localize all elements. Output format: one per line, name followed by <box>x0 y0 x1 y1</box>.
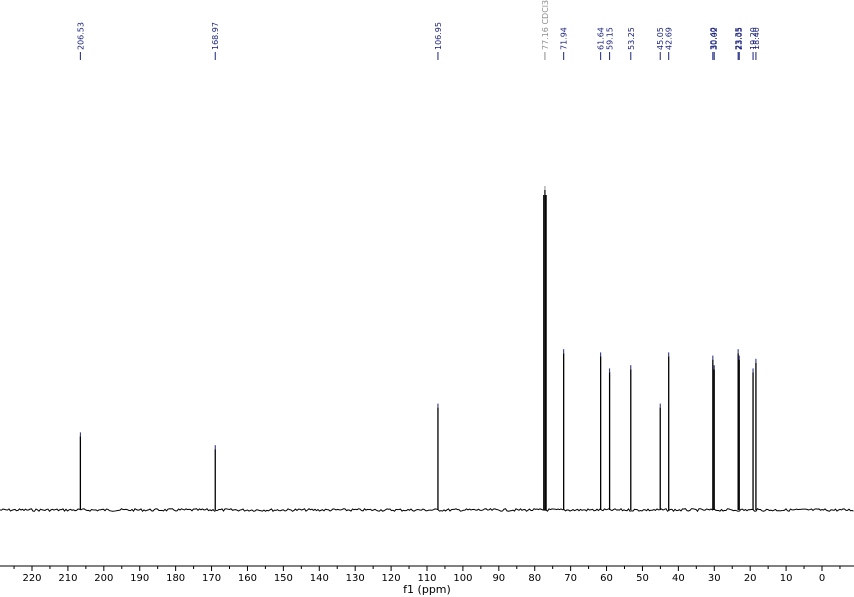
x-tick-label: 90 <box>492 573 505 584</box>
x-tick-label: 140 <box>310 573 329 584</box>
peak-label: 23.05 <box>735 27 744 50</box>
x-tick-label: 10 <box>780 573 793 584</box>
x-tick-label: 170 <box>202 573 221 584</box>
peak-label: 53.25 <box>627 27 636 50</box>
x-tick-label: 130 <box>346 573 365 584</box>
plot-background <box>0 0 854 597</box>
x-tick-label: 160 <box>238 573 257 584</box>
peak-label: 30.02 <box>710 27 719 50</box>
x-tick-label: 60 <box>600 573 613 584</box>
peak-label: 61.64 <box>597 27 606 50</box>
peak-label: 71.94 <box>560 27 569 50</box>
peak-label: 206.53 <box>76 22 85 50</box>
peak-label: 42.69 <box>665 27 674 50</box>
x-tick-label: 120 <box>382 573 401 584</box>
x-tick-label: 0 <box>819 573 825 584</box>
nmr-spectrum-chart: 206.53 168.97 106.95 77.16 CDCl3 71.94 61.64 5… <box>0 0 854 597</box>
solvent-peak-label: 77.16 CDCl3 <box>541 0 550 50</box>
peak-label: 18.40 <box>752 27 761 50</box>
peak-label: 168.97 <box>211 22 220 50</box>
x-tick-label: 70 <box>564 573 577 584</box>
x-tick-label: 200 <box>94 573 113 584</box>
x-tick-label: 50 <box>636 573 649 584</box>
peak-label: 106.95 <box>434 22 443 50</box>
x-tick-label: 150 <box>274 573 293 584</box>
x-tick-label: 220 <box>22 573 41 584</box>
peak-label: 59.15 <box>606 27 615 50</box>
x-tick-label: 190 <box>130 573 149 584</box>
x-tick-label: 20 <box>744 573 757 584</box>
x-tick-label: 40 <box>672 573 685 584</box>
x-tick-label: 100 <box>453 573 472 584</box>
x-tick-label: 30 <box>708 573 721 584</box>
x-axis-title: f1 (ppm) <box>403 583 451 596</box>
x-tick-label: 80 <box>528 573 541 584</box>
x-tick-label: 180 <box>166 573 185 584</box>
x-tick-label: 210 <box>58 573 77 584</box>
